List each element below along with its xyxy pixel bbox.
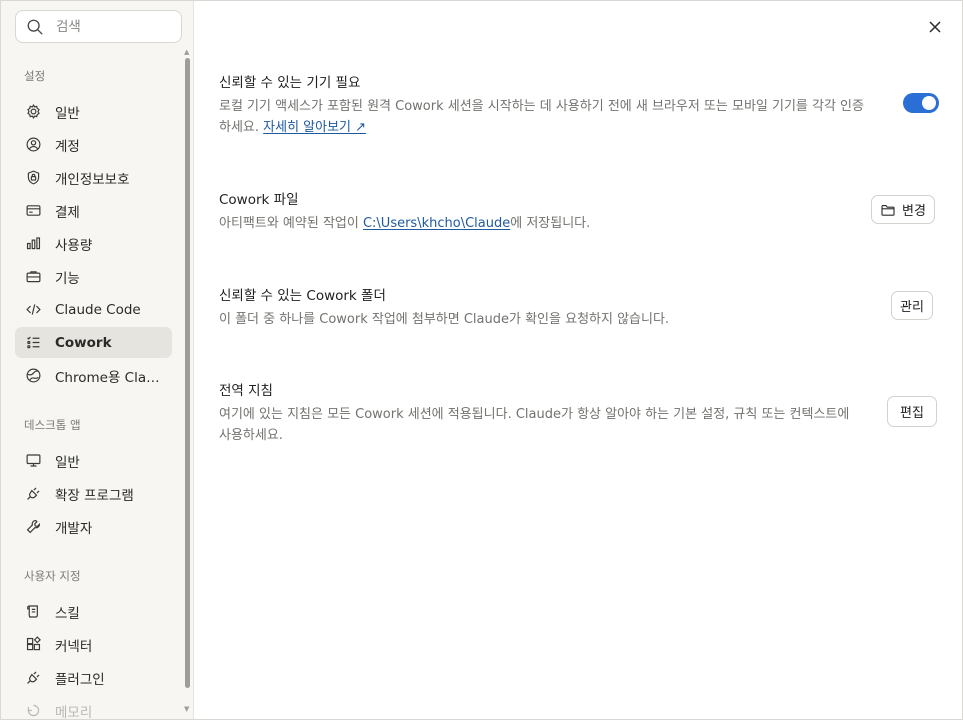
button-label: 변경 bbox=[902, 204, 926, 219]
setting-title: 신뢰할 수 있는 기기 필요 bbox=[219, 75, 361, 91]
sidebar-item-label: 확장 프로그램 bbox=[55, 487, 134, 504]
shield-lock-icon bbox=[24, 169, 42, 187]
sidebar-item-label: Chrome용 Cla… bbox=[55, 369, 160, 386]
sidebar-item-connectors[interactable]: 커넥터 bbox=[15, 629, 172, 660]
sidebar-item-label: 기능 bbox=[55, 270, 80, 287]
scroll-up-arrow[interactable]: ▲ bbox=[184, 48, 189, 56]
search-box[interactable] bbox=[15, 10, 182, 43]
close-icon bbox=[929, 21, 941, 33]
sidebar-item-skills[interactable]: 스킬 bbox=[15, 596, 172, 627]
sidebar-scrollbar[interactable] bbox=[185, 58, 190, 688]
button-label: 편집 bbox=[900, 406, 924, 421]
sidebar-item-label: 커넥터 bbox=[55, 638, 93, 655]
manage-folders-button[interactable]: 관리 bbox=[891, 291, 933, 320]
learn-more-link[interactable]: 자세히 알아보기 ↗ bbox=[263, 120, 366, 135]
user-circle-icon bbox=[24, 136, 42, 154]
plug-icon bbox=[24, 485, 42, 503]
search-icon bbox=[27, 19, 43, 35]
trusted-device-toggle[interactable] bbox=[903, 93, 939, 113]
setting-description: 이 폴더 중 하나를 Cowork 작업에 첨부하면 Claude가 확인을 요… bbox=[219, 312, 670, 327]
sidebar-item-label: 일반 bbox=[55, 454, 80, 471]
sidebar-item-label: 일반 bbox=[55, 105, 80, 122]
briefcase-icon bbox=[24, 268, 42, 286]
sidebar-item-memory[interactable]: 메모리 bbox=[15, 695, 172, 719]
sidebar-item-extensions[interactable]: 확장 프로그램 bbox=[15, 478, 172, 509]
scroll-down-arrow[interactable]: ▼ bbox=[184, 705, 189, 713]
sidebar-item-chrome[interactable]: Chrome용 Cla… bbox=[15, 360, 172, 391]
section-label-desktop-app: 데스크톱 앱 bbox=[24, 418, 81, 432]
setting-description: 로컬 기기 액세스가 포함된 원격 Cowork 세션을 시작하는 데 사용하기… bbox=[219, 96, 864, 138]
close-button[interactable] bbox=[925, 17, 945, 37]
button-label: 관리 bbox=[900, 300, 924, 315]
checklist-icon bbox=[24, 334, 42, 352]
section-label-customize: 사용자 지정 bbox=[24, 569, 81, 583]
sidebar-item-plugins[interactable]: 플러그인 bbox=[15, 662, 172, 693]
sidebar-item-label: 계정 bbox=[55, 138, 80, 155]
memory-icon bbox=[24, 702, 42, 720]
setting-description: 아티팩트와 예약된 작업이 C:\Users\khcho\Claude에 저장됩… bbox=[219, 213, 864, 234]
settings-window: 설정 일반 계정 개인정보보호 결제 사용량 기능 Claude Code bbox=[0, 0, 963, 720]
sidebar-item-claude-code[interactable]: Claude Code bbox=[15, 294, 172, 325]
credit-card-icon bbox=[24, 202, 42, 220]
sidebar-item-account[interactable]: 계정 bbox=[15, 129, 172, 160]
setting-cowork-files: Cowork 파일 아티팩트와 예약된 작업이 C:\Users\khcho\C… bbox=[219, 188, 939, 234]
setting-trusted-folders: 신뢰할 수 있는 Cowork 폴더 이 폴더 중 하나를 Cowork 작업에… bbox=[219, 284, 939, 330]
bar-chart-icon bbox=[24, 235, 42, 253]
sidebar-item-billing[interactable]: 결제 bbox=[15, 195, 172, 226]
monitor-icon bbox=[24, 452, 42, 470]
sidebar-item-label: Claude Code bbox=[55, 301, 141, 318]
sidebar-item-features[interactable]: 기능 bbox=[15, 261, 172, 292]
sidebar-item-cowork[interactable]: Cowork bbox=[15, 327, 172, 358]
sidebar-item-label: 스킬 bbox=[55, 605, 80, 622]
sidebar-item-label: 개발자 bbox=[55, 520, 93, 537]
search-input[interactable] bbox=[56, 18, 166, 35]
scroll-icon bbox=[24, 603, 42, 621]
plug-icon bbox=[24, 669, 42, 687]
description-text: 아티팩트와 예약된 작업이 bbox=[219, 216, 363, 231]
sidebar-item-label: 플러그인 bbox=[55, 671, 105, 688]
change-folder-button[interactable]: 변경 bbox=[871, 195, 935, 224]
toggle-knob bbox=[922, 96, 936, 110]
setting-title: 신뢰할 수 있는 Cowork 폴더 bbox=[219, 288, 386, 304]
sidebar-item-desktop-general[interactable]: 일반 bbox=[15, 445, 172, 476]
sidebar-item-general[interactable]: 일반 bbox=[15, 96, 172, 127]
setting-title: 전역 지침 bbox=[219, 383, 273, 399]
connector-icon bbox=[24, 636, 42, 654]
cowork-folder-path-link[interactable]: C:\Users\khcho\Claude bbox=[363, 216, 510, 231]
gear-icon bbox=[24, 103, 42, 121]
sidebar-item-label: 메모리 bbox=[55, 704, 93, 720]
folder-icon bbox=[881, 204, 895, 216]
wrench-icon bbox=[24, 518, 42, 536]
sidebar-item-label: Cowork bbox=[55, 334, 112, 351]
setting-title: Cowork 파일 bbox=[219, 192, 299, 208]
section-label-settings: 설정 bbox=[24, 69, 46, 83]
sidebar-item-label: 사용량 bbox=[55, 237, 93, 254]
code-icon bbox=[24, 301, 42, 319]
sidebar-item-label: 결제 bbox=[55, 204, 80, 221]
setting-global-instructions: 전역 지침 여기에 있는 지침은 모든 Cowork 세션에 적용됩니다. Cl… bbox=[219, 379, 939, 446]
description-text: 에 저장됩니다. bbox=[510, 216, 591, 231]
edit-instructions-button[interactable]: 편집 bbox=[887, 396, 937, 427]
sidebar: 설정 일반 계정 개인정보보호 결제 사용량 기능 Claude Code bbox=[1, 1, 194, 719]
setting-trusted-device: 신뢰할 수 있는 기기 필요 로컬 기기 액세스가 포함된 원격 Cowork … bbox=[219, 71, 939, 138]
sidebar-item-developer[interactable]: 개발자 bbox=[15, 511, 172, 542]
globe-icon bbox=[24, 367, 42, 385]
setting-description: 여기에 있는 지침은 모든 Cowork 세션에 적용됩니다. Claude가 … bbox=[219, 407, 850, 443]
sidebar-item-privacy[interactable]: 개인정보보호 bbox=[15, 162, 172, 193]
sidebar-item-usage[interactable]: 사용량 bbox=[15, 228, 172, 259]
sidebar-item-label: 개인정보보호 bbox=[55, 171, 130, 188]
